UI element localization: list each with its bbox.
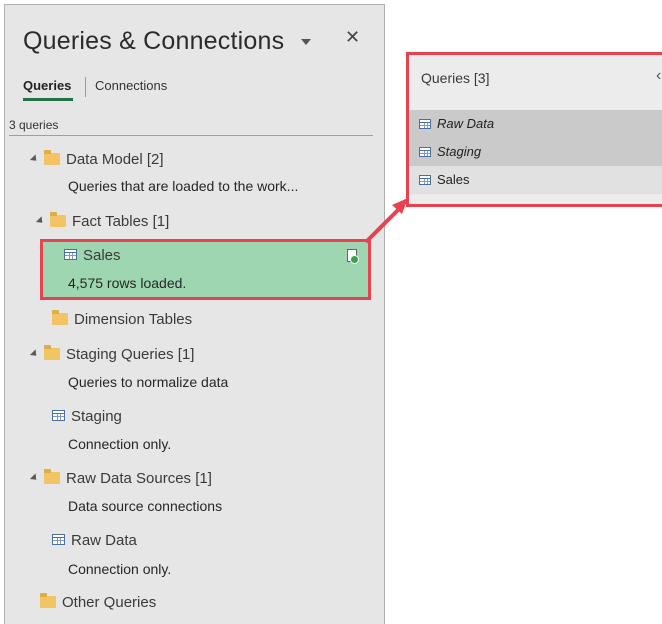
folder-icon <box>40 592 56 608</box>
query-raw-data-row[interactable]: Raw Data <box>52 530 137 552</box>
list-item-raw-data[interactable]: Raw Data <box>409 110 662 138</box>
group-dimension-tables[interactable]: Dimension Tables <box>52 309 192 331</box>
table-icon <box>64 249 77 261</box>
pane-menu-chevron-icon[interactable] <box>301 39 311 45</box>
queries-list-popup: Queries [3] ‹ Raw Data Staging Sales <box>406 52 662 207</box>
folder-icon <box>50 211 66 227</box>
query-label: Sales <box>83 247 121 264</box>
query-status: Connection only. <box>68 561 172 577</box>
group-label: Raw Data Sources [1] <box>66 470 212 487</box>
list-item-label: Raw Data <box>437 116 495 131</box>
expand-caret-icon[interactable] <box>35 216 46 226</box>
table-icon <box>419 118 431 129</box>
close-icon[interactable]: ✕ <box>345 27 360 48</box>
group-label: Dimension Tables <box>74 311 193 328</box>
group-raw-data-sources[interactable]: Raw Data Sources [1] <box>29 468 212 490</box>
folder-icon <box>44 149 60 165</box>
tab-active-indicator <box>23 98 73 101</box>
group-label: Fact Tables [1] <box>72 213 170 230</box>
collapse-chevron-icon[interactable]: ‹ <box>656 67 661 85</box>
list-item-staging[interactable]: Staging <box>409 138 662 166</box>
query-staging-row[interactable]: Staging <box>52 406 122 428</box>
group-fact-tables[interactable]: Fact Tables [1] <box>35 211 170 233</box>
list-item-label: Staging <box>437 144 482 159</box>
expand-caret-icon[interactable] <box>29 154 40 164</box>
group-label: Other Queries <box>62 594 157 611</box>
query-count: 3 queries <box>9 118 59 132</box>
table-icon <box>52 534 65 546</box>
group-label: Staging Queries [1] <box>66 346 195 363</box>
group-other-queries[interactable]: Other Queries <box>40 592 156 614</box>
group-description: Queries that are loaded to the work... <box>68 178 299 194</box>
expand-caret-icon[interactable] <box>29 349 40 359</box>
pane-title: Queries & Connections <box>23 27 285 55</box>
tab-queries[interactable]: Queries <box>23 78 71 93</box>
query-label: Staging <box>71 408 122 425</box>
folder-icon <box>52 309 68 325</box>
query-sales-row[interactable]: Sales <box>64 245 121 267</box>
tab-divider <box>85 77 86 97</box>
popup-title: Queries [3] <box>421 70 490 86</box>
query-label: Raw Data <box>71 532 137 549</box>
list-item-label: Sales <box>437 172 470 187</box>
group-data-model[interactable]: Data Model [2] <box>29 149 164 171</box>
group-description: Queries to normalize data <box>68 374 229 390</box>
query-list: Raw Data Staging Sales <box>409 110 662 194</box>
list-item-sales[interactable]: Sales <box>409 166 662 194</box>
expand-caret-icon[interactable] <box>29 473 40 483</box>
table-icon <box>419 174 431 185</box>
table-icon <box>419 146 431 157</box>
query-status: Connection only. <box>68 436 172 452</box>
table-icon <box>52 410 65 422</box>
group-staging-queries[interactable]: Staging Queries [1] <box>29 344 195 366</box>
refresh-document-icon[interactable] <box>347 249 359 264</box>
folder-icon <box>44 468 60 484</box>
group-description: Data source connections <box>68 498 223 514</box>
group-label: Data Model [2] <box>66 151 164 168</box>
divider <box>9 135 373 136</box>
query-status: 4,575 rows loaded. <box>68 275 187 291</box>
folder-icon <box>44 344 60 360</box>
tab-connections[interactable]: Connections <box>95 78 167 93</box>
